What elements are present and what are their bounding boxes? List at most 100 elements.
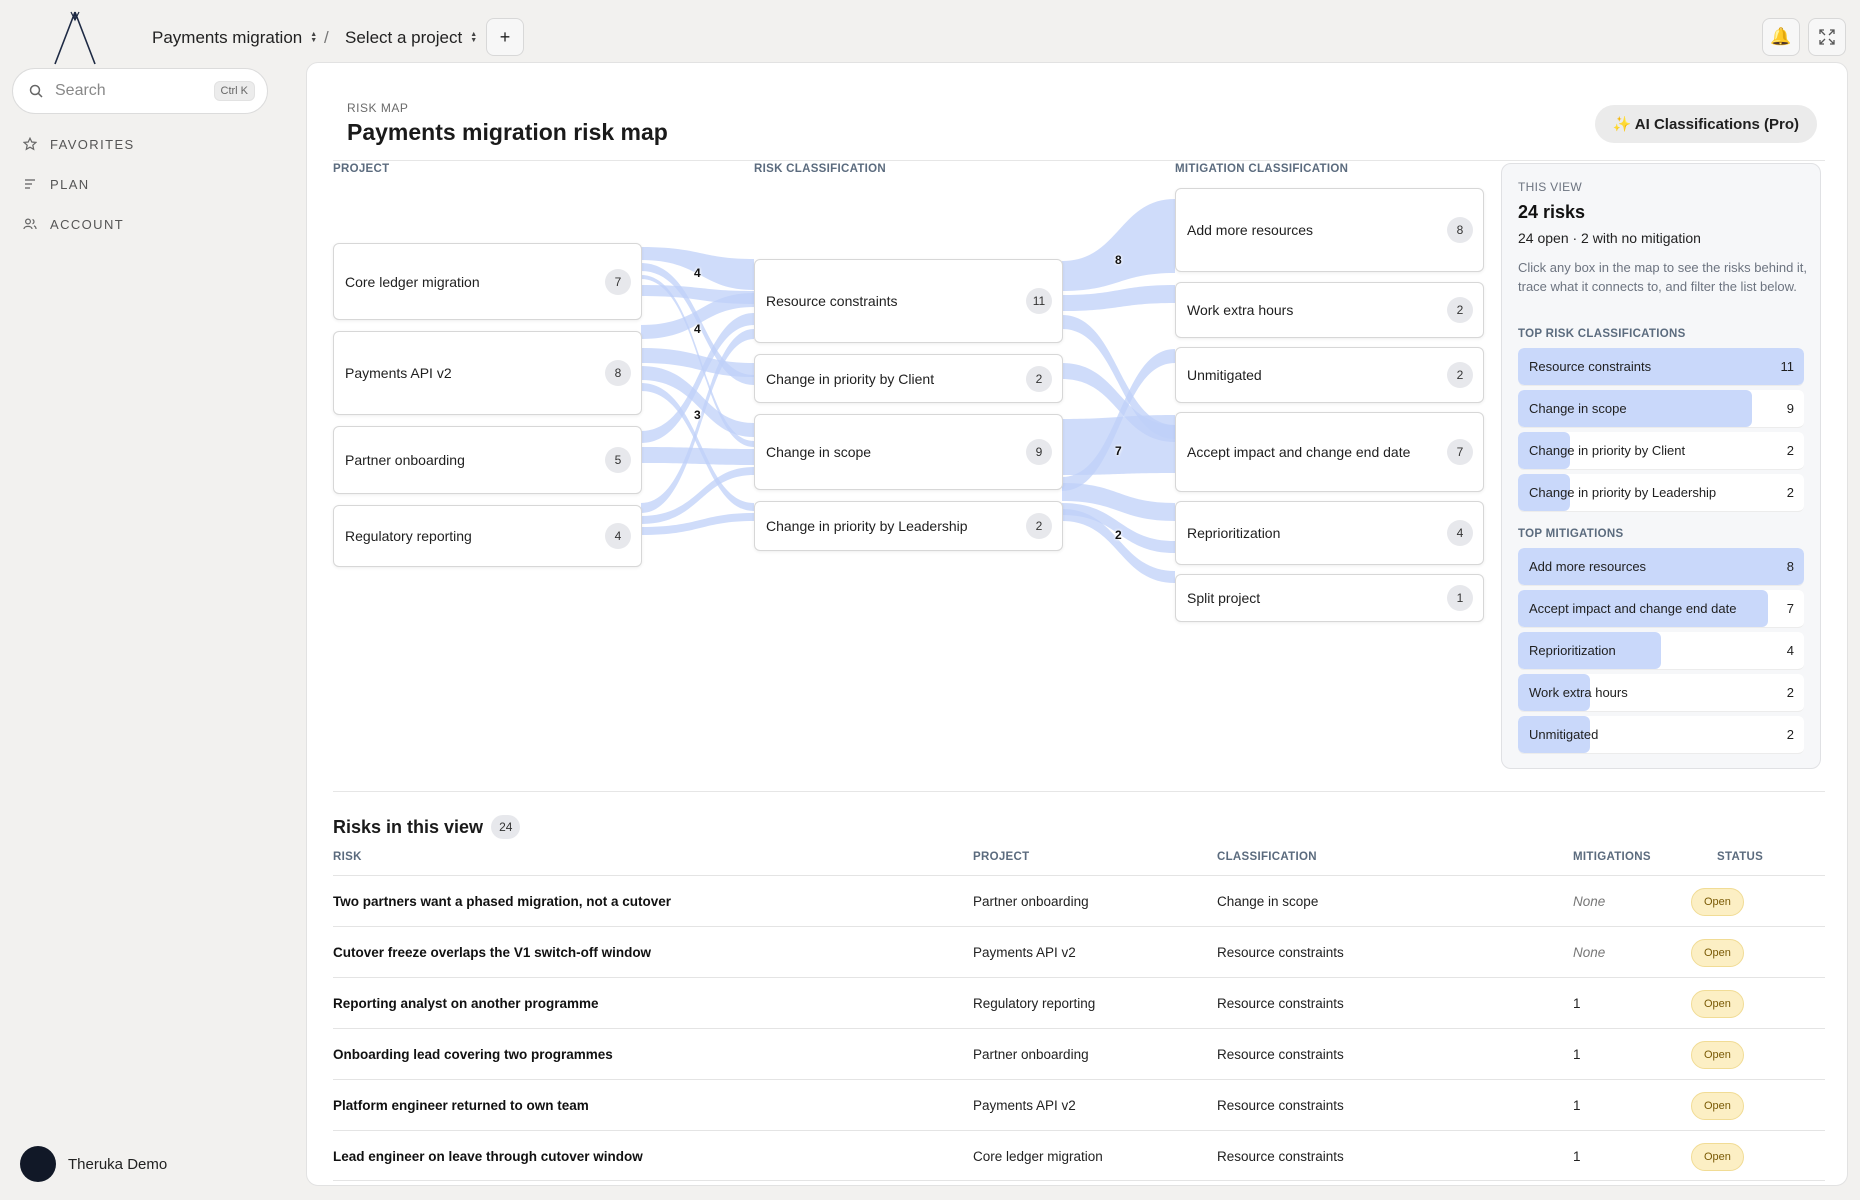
risk-project: Partner onboarding — [973, 1047, 1089, 1062]
table-header-classification[interactable]: CLASSIFICATION — [1217, 851, 1317, 863]
node-risk-resource-constraints[interactable]: Resource constraints 11 — [754, 259, 1063, 343]
node-mitigation-split-project[interactable]: Split project 1 — [1175, 574, 1484, 622]
search-shortcut: Ctrl K — [213, 81, 255, 101]
node-label: Change in priority by Client — [766, 370, 935, 387]
node-label: Reprioritization — [1187, 525, 1281, 541]
flow-label: 2 — [1115, 528, 1122, 542]
search-input[interactable]: Search — [55, 82, 214, 100]
flow-label: 4 — [694, 322, 701, 336]
top-mitigation-bar[interactable]: Unmitigated 2 — [1518, 716, 1804, 754]
workspace-selector[interactable]: Payments migration ▲ ▼ — [144, 20, 325, 56]
table-header-mitigations[interactable]: MITIGATIONS — [1573, 851, 1651, 863]
node-label: Accept impact and change end date — [1187, 444, 1411, 460]
node-label: Payments API v2 — [345, 365, 452, 381]
flow-label: 8 — [1115, 253, 1122, 267]
node-mitigation-add-resources[interactable]: Add more resources 8 — [1175, 188, 1484, 272]
risk-title[interactable]: Lead engineer on leave through cutover w… — [333, 1149, 643, 1164]
risks-table-title: Risks in this view 24 — [333, 815, 521, 839]
node-count: 1 — [1447, 585, 1473, 611]
node-count: 8 — [605, 360, 631, 386]
ai-classifications-button[interactable]: ✨ AI Classifications (Pro) — [1594, 105, 1817, 143]
app-logo — [54, 11, 96, 65]
node-count: 4 — [1447, 520, 1473, 546]
top-risk-bar[interactable]: Change in scope 9 — [1518, 390, 1804, 428]
top-mitigations-heading: TOP MITIGATIONS — [1518, 528, 1624, 540]
node-mitigation-accept-impact[interactable]: Accept impact and change end date 7 — [1175, 412, 1484, 492]
top-mitigation-bar[interactable]: Reprioritization 4 — [1518, 632, 1804, 670]
top-mitigation-bar[interactable]: Add more resources 8 — [1518, 548, 1804, 586]
risk-title[interactable]: Reporting analyst on another programme — [333, 996, 599, 1011]
node-project-partner-onboarding[interactable]: Partner onboarding 5 — [333, 426, 642, 494]
risk-classification: Resource constraints — [1217, 1098, 1344, 1113]
table-row[interactable]: Two partners want a phased migration, no… — [333, 875, 1825, 926]
node-label: Split project — [1187, 590, 1261, 606]
add-project-button[interactable]: + — [486, 18, 524, 56]
nav-label: ACCOUNT — [50, 216, 125, 232]
node-mitigation-unmitigated[interactable]: Unmitigated 2 — [1175, 347, 1484, 403]
node-risk-priority-leadership[interactable]: Change in priority by Leadership 2 — [754, 501, 1063, 551]
node-mitigation-reprioritization[interactable]: Reprioritization 4 — [1175, 501, 1484, 565]
nav-plan[interactable]: PLAN — [22, 171, 222, 197]
node-count: 7 — [605, 268, 631, 295]
project-selector[interactable]: Select a project ▲ ▼ — [337, 20, 485, 56]
risk-title[interactable]: Onboarding lead covering two programmes — [333, 1047, 613, 1062]
risk-mitigations: 1 — [1573, 1098, 1581, 1113]
users-icon — [22, 216, 38, 232]
workspace-name: Payments migration — [152, 28, 303, 47]
table-row[interactable]: Lead engineer on leave through cutover w… — [333, 1130, 1825, 1181]
table-header-risk[interactable]: RISK — [333, 851, 362, 863]
node-project-core-ledger[interactable]: Core ledger migration 7 — [333, 243, 642, 320]
node-risk-priority-client[interactable]: Change in priority by Client 2 — [754, 354, 1063, 403]
node-count: 5 — [605, 447, 631, 473]
summary-eyebrow: THIS VIEW — [1518, 180, 1583, 194]
sort-updown-icon: ▲ ▼ — [470, 31, 478, 44]
notifications-button[interactable]: 🔔 — [1762, 18, 1800, 56]
top-mitigation-bar[interactable]: Accept impact and change end date 7 — [1518, 590, 1804, 628]
status-badge: Open — [1691, 990, 1744, 1018]
risk-title[interactable]: Platform engineer returned to own team — [333, 1098, 589, 1113]
risk-title[interactable]: Cutover freeze overlaps the V1 switch-of… — [333, 945, 651, 960]
risk-classification: Resource constraints — [1217, 996, 1344, 1011]
node-count: 4 — [605, 523, 631, 549]
nav-account[interactable]: ACCOUNT — [22, 211, 222, 237]
risk-classification: Resource constraints — [1217, 1047, 1344, 1062]
risk-title[interactable]: Two partners want a phased migration, no… — [333, 894, 671, 909]
node-risk-change-in-scope[interactable]: Change in scope 9 — [754, 414, 1063, 490]
summary-description: Click any box in the map to see the risk… — [1518, 260, 1808, 294]
fullscreen-button[interactable] — [1808, 18, 1846, 56]
node-label: Partner onboarding — [345, 452, 465, 468]
flow-label: 7 — [1115, 444, 1122, 458]
top-risk-bar[interactable]: Change in priority by Client 2 — [1518, 432, 1804, 470]
node-count: 2 — [1026, 513, 1052, 539]
risk-project: Partner onboarding — [973, 894, 1089, 909]
node-mitigation-extra-hours[interactable]: Work extra hours 2 — [1175, 282, 1484, 338]
table-title: Risks in this view — [333, 816, 484, 837]
top-risk-bar[interactable]: Change in priority by Leadership 2 — [1518, 474, 1804, 512]
user-menu[interactable]: Theruka Demo — [20, 1146, 167, 1182]
node-label: Change in priority by Leadership — [766, 518, 968, 534]
divider — [333, 791, 1825, 792]
risk-classification: Resource constraints — [1217, 945, 1344, 960]
top-mitigation-bar[interactable]: Work extra hours 2 — [1518, 674, 1804, 712]
nav-favorites[interactable]: FAVORITES — [22, 131, 222, 157]
table-row[interactable]: Platform engineer returned to own team P… — [333, 1079, 1825, 1130]
table-row[interactable]: Reporting analyst on another programme R… — [333, 977, 1825, 1028]
table-header-status[interactable]: STATUS — [1717, 851, 1763, 863]
table-header-project[interactable]: PROJECT — [973, 851, 1029, 863]
search-box[interactable]: Search Ctrl K — [12, 68, 268, 114]
table-row[interactable]: Cutover freeze overlaps the V1 switch-of… — [333, 926, 1825, 977]
status-badge: Open — [1691, 939, 1744, 967]
node-label: Unmitigated — [1187, 367, 1262, 383]
expand-icon — [1819, 29, 1835, 45]
project-name: Select a project — [345, 28, 463, 47]
top-risk-bar[interactable]: Resource constraints 11 — [1518, 348, 1804, 386]
node-count: 2 — [1447, 297, 1473, 323]
user-name: Theruka Demo — [68, 1155, 168, 1173]
node-count: 8 — [1447, 217, 1473, 243]
node-project-payments-api[interactable]: Payments API v2 8 — [333, 331, 642, 415]
table-row[interactable]: Onboarding lead covering two programmes … — [333, 1028, 1825, 1079]
nav-label: FAVORITES — [50, 136, 135, 152]
risk-project: Regulatory reporting — [973, 996, 1096, 1011]
node-project-regulatory-reporting[interactable]: Regulatory reporting 4 — [333, 505, 642, 567]
node-count: 9 — [1026, 439, 1052, 465]
